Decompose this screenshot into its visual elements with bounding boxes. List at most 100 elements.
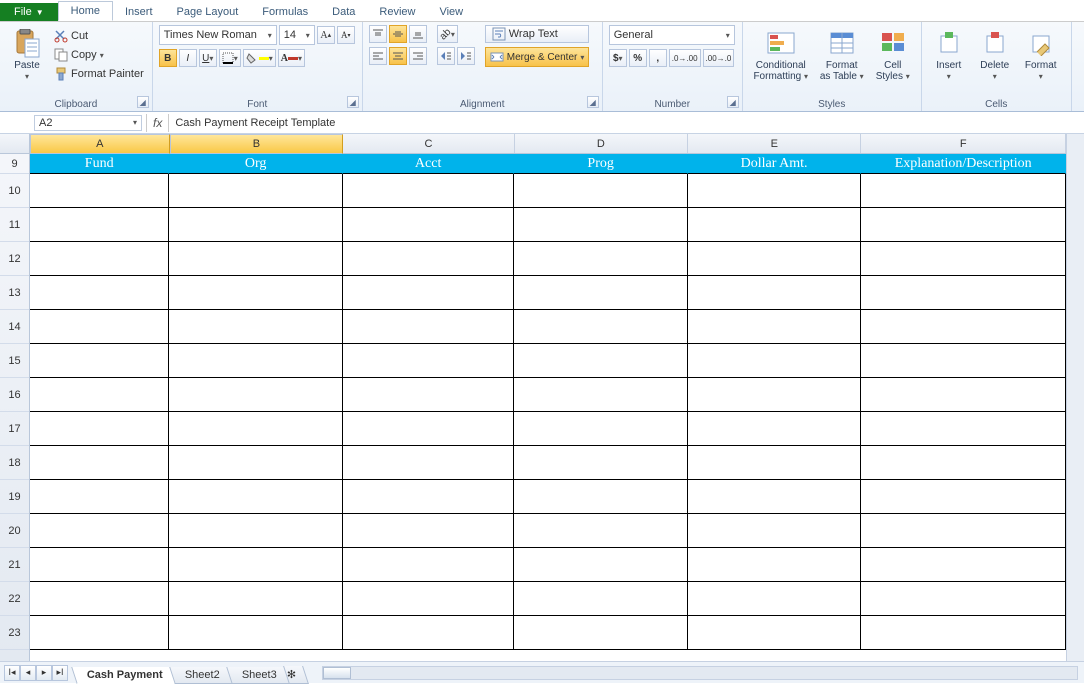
tab-review[interactable]: Review [367,3,427,21]
cell-D10[interactable] [514,174,687,208]
font-color-button[interactable]: A▾ [278,49,305,67]
cell-F20[interactable] [861,514,1066,548]
file-tab[interactable]: File ▼ [0,3,58,21]
tab-data[interactable]: Data [320,3,367,21]
tab-formulas[interactable]: Formulas [250,3,320,21]
cell-D16[interactable] [514,378,687,412]
shrink-font-button[interactable]: A▾ [337,26,355,44]
cell-D22[interactable] [514,582,687,616]
cell-F16[interactable] [861,378,1066,412]
cell-C12[interactable] [343,242,515,276]
cell-E20[interactable] [688,514,861,548]
sheet-tab-sheet2[interactable]: Sheet2 [169,667,235,684]
row-header-22[interactable]: 22 [0,582,29,616]
decrease-indent-button[interactable] [437,47,455,65]
cell-E15[interactable] [688,344,861,378]
last-sheet-button[interactable]: ▸I [52,665,68,681]
row-header-21[interactable]: 21 [0,548,29,582]
cell-F12[interactable] [861,242,1066,276]
cell-D17[interactable] [514,412,687,446]
cell-D13[interactable] [514,276,687,310]
cell-A23[interactable] [30,616,169,650]
col-header-F[interactable]: F [861,134,1066,153]
formula-input[interactable]: Cash Payment Receipt Template [169,116,1084,130]
row-header-12[interactable]: 12 [0,242,29,276]
row-header-10[interactable]: 10 [0,174,29,208]
cell-E14[interactable] [688,310,861,344]
cell-D18[interactable] [514,446,687,480]
cell-F18[interactable] [861,446,1066,480]
tab-insert[interactable]: Insert [113,3,165,21]
row-header-19[interactable]: 19 [0,480,29,514]
row-header-17[interactable]: 17 [0,412,29,446]
header-cell-org[interactable]: Org [169,154,342,174]
paste-button[interactable]: Paste▾ [6,25,48,85]
dialog-launcher[interactable]: ◢ [137,96,149,108]
align-right-button[interactable] [409,47,427,65]
cell-C17[interactable] [343,412,515,446]
col-header-C[interactable]: C [343,134,514,153]
row-header-14[interactable]: 14 [0,310,29,344]
col-header-B[interactable]: B [170,134,344,154]
cell-F21[interactable] [861,548,1066,582]
cell-D11[interactable] [514,208,687,242]
cell-B20[interactable] [169,514,342,548]
cell-F13[interactable] [861,276,1066,310]
insert-button[interactable]: Insert▾ [928,25,970,85]
cell-B16[interactable] [169,378,342,412]
cell-D12[interactable] [514,242,687,276]
increase-indent-button[interactable] [457,47,475,65]
cell-D20[interactable] [514,514,687,548]
tab-page-layout[interactable]: Page Layout [165,3,251,21]
cell-C11[interactable] [343,208,515,242]
header-cell-prog[interactable]: Prog [514,154,687,174]
grow-font-button[interactable]: A▴ [317,26,335,44]
cell-C19[interactable] [343,480,515,514]
cell-F19[interactable] [861,480,1066,514]
tab-view[interactable]: View [427,3,475,21]
format-button[interactable]: Format▾ [1020,25,1062,85]
cell-B21[interactable] [169,548,342,582]
cell-A10[interactable] [30,174,169,208]
dialog-launcher[interactable]: ◢ [727,96,739,108]
cell-C14[interactable] [343,310,515,344]
decrease-decimal-button[interactable]: .00→.0 [703,49,735,67]
fill-color-button[interactable]: ▾ [243,49,276,67]
cell-E19[interactable] [688,480,861,514]
merge-center-button[interactable]: Merge & Center▾ [485,47,590,67]
cell-D23[interactable] [514,616,687,650]
cell-A15[interactable] [30,344,169,378]
cell-C18[interactable] [343,446,515,480]
scroll-thumb[interactable] [323,667,351,679]
row-header-15[interactable]: 15 [0,344,29,378]
cell-D19[interactable] [514,480,687,514]
dialog-launcher[interactable]: ◢ [347,96,359,108]
cell-E17[interactable] [688,412,861,446]
cell-E22[interactable] [688,582,861,616]
cell-B10[interactable] [169,174,342,208]
cell-B23[interactable] [169,616,342,650]
cell-B15[interactable] [169,344,342,378]
cell-C13[interactable] [343,276,515,310]
wrap-text-button[interactable]: Wrap Text [485,25,590,43]
align-left-button[interactable] [369,47,387,65]
orientation-button[interactable]: ab▾ [437,25,458,43]
cell-A22[interactable] [30,582,169,616]
number-format-select[interactable]: General▾ [609,25,735,45]
row-header-16[interactable]: 16 [0,378,29,412]
fx-icon[interactable]: fx [146,114,169,132]
vertical-scrollbar[interactable] [1066,134,1084,661]
cell-A12[interactable] [30,242,169,276]
cell-B17[interactable] [169,412,342,446]
cell-C10[interactable] [343,174,515,208]
cell-C23[interactable] [343,616,515,650]
cell-A14[interactable] [30,310,169,344]
col-header-A[interactable]: A [30,134,170,154]
cut-button[interactable]: Cut [52,27,146,45]
first-sheet-button[interactable]: I◂ [4,665,20,681]
cell-A16[interactable] [30,378,169,412]
percent-button[interactable]: % [629,49,647,67]
italic-button[interactable]: I [179,49,197,67]
new-sheet-button[interactable]: ✻ [283,666,309,684]
prev-sheet-button[interactable]: ◂ [20,665,36,681]
